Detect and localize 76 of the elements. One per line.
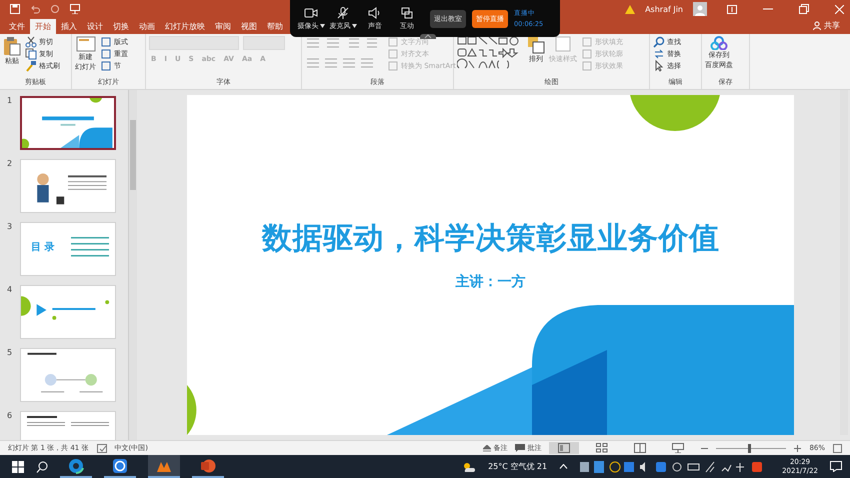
zoom-in-icon[interactable] — [794, 444, 802, 452]
warning-icon — [625, 4, 636, 14]
font-name-field[interactable] — [149, 36, 239, 50]
slide-number: 5 — [7, 348, 14, 359]
live-tool-icon — [336, 6, 350, 18]
screen-view-icon — [672, 443, 684, 453]
minimize-icon[interactable] — [763, 8, 773, 10]
pointer-icon — [653, 60, 665, 72]
semicircle-shape — [187, 385, 196, 435]
grid-view-icon — [596, 443, 608, 453]
square-icon — [100, 60, 112, 72]
notification-icon[interactable] — [830, 461, 842, 472]
scissors-icon — [25, 36, 37, 48]
zoom-slider-thumb[interactable] — [748, 444, 751, 452]
redo-icon[interactable] — [50, 4, 60, 14]
tray-chevron-icon[interactable] — [559, 464, 568, 469]
square-icon — [100, 36, 112, 48]
thumbnail-title: 目 录 — [31, 240, 54, 254]
live-tool-icon — [400, 6, 414, 18]
arrows-icon — [653, 48, 665, 60]
slide-number: 6 — [7, 411, 14, 422]
maximize-icon[interactable] — [799, 4, 809, 14]
brush-icon — [25, 60, 37, 72]
notes-icon — [483, 444, 492, 452]
user-name: Ashraf Jin — [645, 4, 683, 14]
weather-icon — [462, 460, 476, 472]
copy-icon — [25, 48, 37, 60]
close-icon[interactable] — [835, 4, 844, 14]
ribbon-tab[interactable]: 文件 — [4, 19, 30, 34]
normal-view-icon — [558, 443, 570, 453]
ribbon-display-icon[interactable] — [727, 4, 737, 14]
slide-number: 4 — [7, 285, 14, 296]
live-tool-icon — [304, 6, 318, 18]
scrollbar[interactable] — [840, 90, 848, 435]
slide-number: 2 — [7, 159, 14, 170]
slide-subtitle: 主讲：一方 — [456, 273, 526, 291]
square-icon — [581, 36, 593, 48]
comment-icon — [515, 444, 526, 452]
slide-preview-drawing — [71, 237, 109, 256]
slide-number: 1 — [7, 96, 14, 107]
live-tool-icon — [368, 6, 382, 18]
person-icon — [813, 21, 822, 30]
view-button[interactable] — [549, 442, 580, 454]
scrollbar[interactable] — [128, 90, 137, 440]
slide-number: 3 — [7, 222, 14, 233]
square-icon — [100, 48, 112, 60]
book-view-icon — [634, 443, 646, 453]
slide-title: 数据驱动，科学决策彰显业务价值 — [262, 220, 720, 258]
spellcheck-icon[interactable] — [96, 444, 106, 452]
search-icon[interactable] — [36, 460, 48, 472]
square-icon — [387, 60, 399, 72]
ribbon-tab[interactable]: 视图 — [236, 19, 262, 34]
slide-thumbnail[interactable]: 目 录 — [20, 222, 116, 276]
ribbon-tab[interactable]: 开始 — [30, 19, 56, 34]
undo-icon[interactable] — [30, 4, 40, 14]
ribbon-tab[interactable]: 插入 — [56, 19, 82, 34]
ribbon-tab[interactable]: 动画 — [134, 19, 160, 34]
font-size-field[interactable] — [243, 36, 285, 50]
ribbon-tab[interactable]: 帮助 — [262, 19, 288, 34]
square-icon — [387, 48, 399, 60]
cloud-icon — [710, 36, 728, 50]
square-icon — [581, 48, 593, 60]
fit-slide-icon[interactable] — [833, 444, 842, 452]
ribbon-tab[interactable]: 幻灯片放映 — [160, 19, 210, 34]
ribbon-tab[interactable]: 审阅 — [210, 19, 236, 34]
square-icon — [387, 36, 399, 48]
ribbon-tab[interactable]: 切换 — [108, 19, 134, 34]
collapse-icon[interactable] — [420, 34, 436, 39]
square-icon — [581, 60, 593, 72]
weather-text[interactable]: 25°C 空气优 21 — [488, 461, 548, 472]
windows-start-icon[interactable] — [12, 460, 24, 472]
share-button[interactable]: 共享 — [813, 20, 840, 31]
save-icon[interactable] — [10, 4, 20, 14]
ribbon-tab[interactable]: 设计 — [82, 19, 108, 34]
present-icon[interactable] — [70, 4, 80, 14]
search-icon — [653, 36, 665, 48]
